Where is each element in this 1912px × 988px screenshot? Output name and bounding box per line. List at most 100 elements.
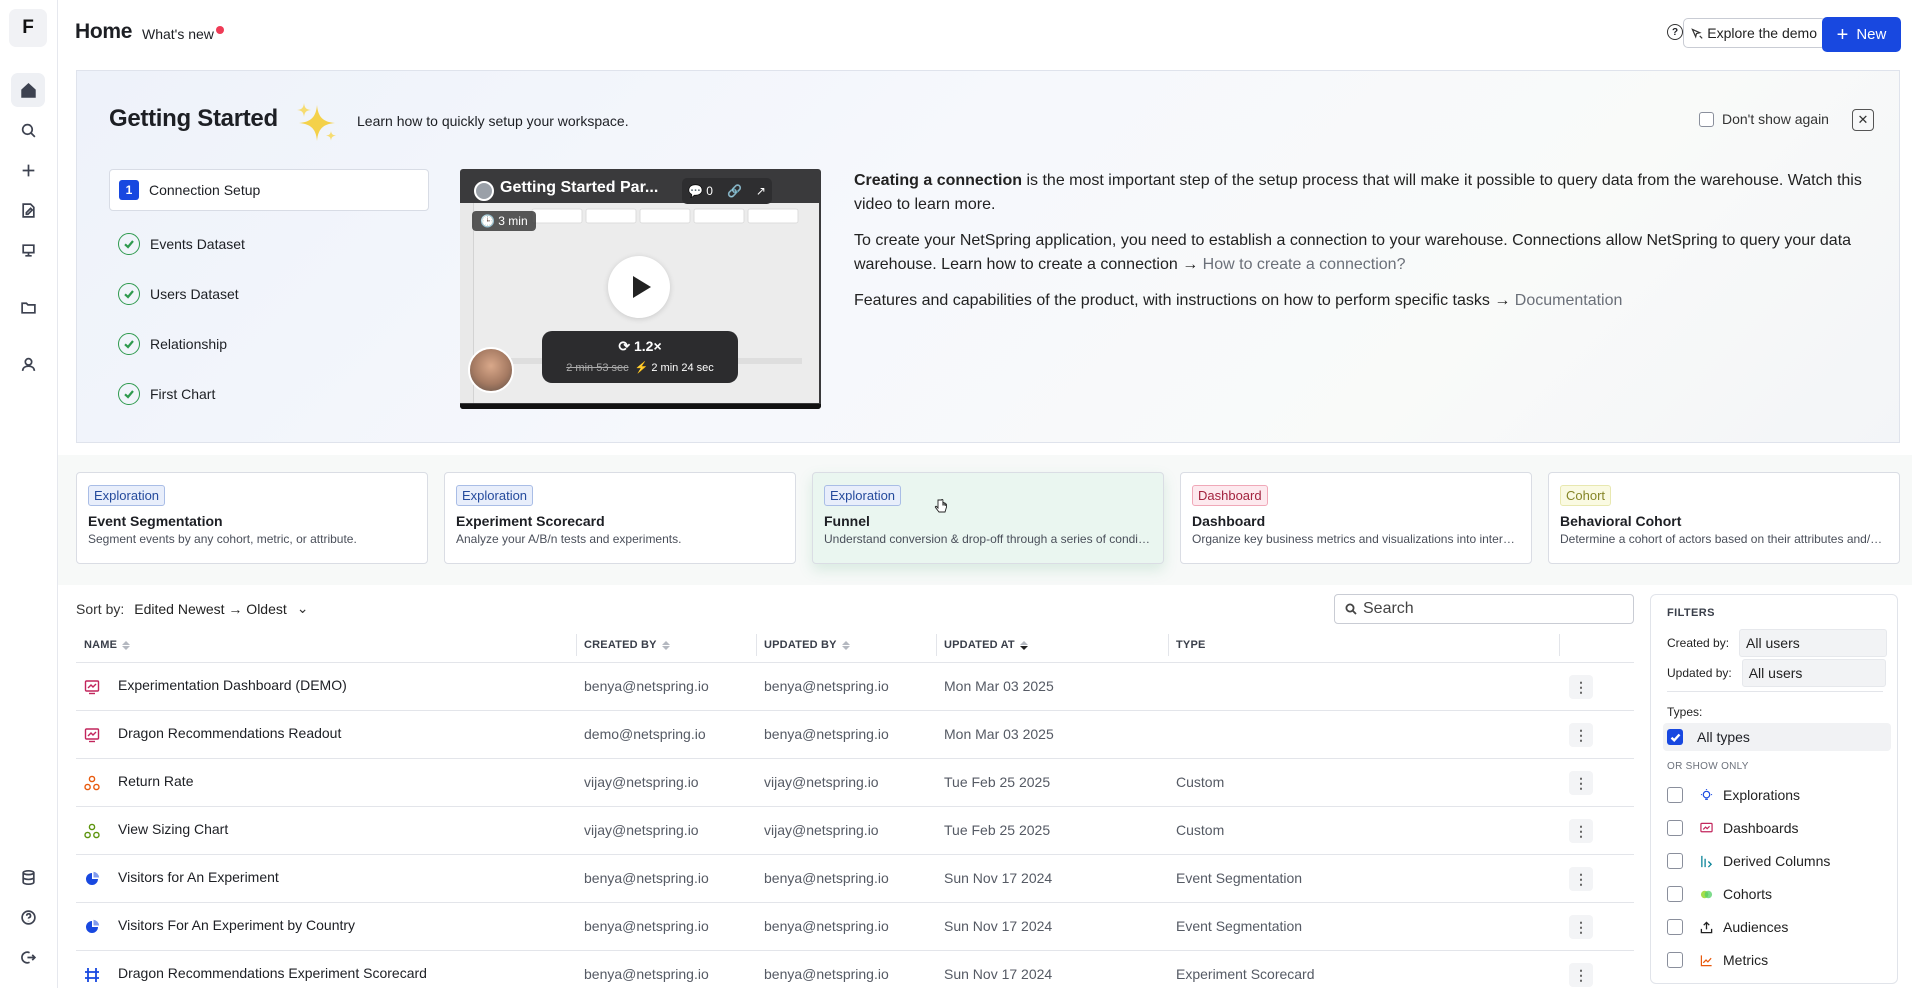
help-circle-icon[interactable] (11, 900, 45, 934)
card-title: Dashboard (1192, 513, 1266, 529)
row-name[interactable]: Visitors for An Experiment (118, 869, 279, 885)
documentation-link[interactable]: Documentation (1515, 292, 1623, 309)
cohort-icon (1699, 887, 1714, 902)
column-divider[interactable] (936, 634, 937, 656)
cohorts-checkbox[interactable] (1667, 886, 1683, 902)
search-input[interactable]: Search (1363, 600, 1414, 618)
created-by-select[interactable]: All users (1739, 629, 1888, 657)
more-options-icon[interactable]: ⋮ (1569, 963, 1593, 987)
close-icon[interactable]: ✕ (1852, 109, 1874, 131)
column-created-by[interactable]: CREATED BY (584, 639, 670, 651)
all-types-option[interactable]: All types (1663, 723, 1891, 751)
column-divider[interactable] (1559, 634, 1560, 656)
card-tag: Exploration (88, 485, 166, 506)
column-type[interactable]: TYPE (1176, 639, 1206, 651)
template-card-behavioral-cohort[interactable]: Cohort Behavioral Cohort Determine a coh… (1548, 472, 1900, 564)
row-type: Custom (1176, 822, 1225, 838)
workspace-logo[interactable]: F (9, 9, 47, 47)
logout-icon[interactable] (11, 940, 45, 974)
column-updated-by[interactable]: UPDATED BY (764, 639, 850, 651)
explorations-checkbox[interactable] (1667, 787, 1683, 803)
more-options-icon[interactable]: ⋮ (1569, 915, 1593, 939)
table-row[interactable]: Return Rate vijay@netspring.io vijay@net… (76, 759, 1634, 807)
video-duration: 🕒 3 min (472, 211, 536, 231)
row-name[interactable]: Return Rate (118, 773, 193, 789)
link-icon[interactable]: 🔗 (727, 184, 742, 198)
more-options-icon[interactable]: ⋮ (1569, 819, 1593, 843)
column-name[interactable]: NAME (84, 639, 131, 651)
row-name[interactable]: View Sizing Chart (118, 821, 228, 837)
filter-explorations[interactable]: Explorations (1667, 785, 1800, 805)
column-divider[interactable] (576, 634, 577, 656)
table-row[interactable]: View Sizing Chart vijay@netspring.io vij… (76, 807, 1634, 855)
video-progress-bar[interactable] (460, 404, 821, 409)
comment-icon[interactable]: 💬 0 (688, 184, 713, 198)
user-icon[interactable] (11, 347, 45, 381)
column-divider[interactable] (1168, 634, 1169, 656)
step-events-dataset[interactable]: Events Dataset (109, 219, 429, 269)
row-name[interactable]: Visitors For An Experiment by Country (118, 917, 355, 933)
search-field[interactable]: Search (1334, 594, 1634, 624)
playback-speed-badge[interactable]: ⟳ 1.2× 2 min 53 sec ⚡ 2 min 24 sec (542, 331, 738, 383)
plus-icon[interactable] (11, 153, 45, 187)
search-icon (1345, 603, 1357, 615)
all-types-label: All types (1697, 729, 1750, 745)
row-updated-by: benya@netspring.io (764, 726, 889, 742)
tutorial-video[interactable]: Getting Started Par... 💬 0 🔗 ↗ 🕒 3 min ⟳… (460, 169, 821, 409)
explore-demo-button[interactable]: Explore the demo (1683, 18, 1826, 48)
external-link-icon[interactable]: ↗ (756, 184, 766, 198)
step-connection-setup[interactable]: 1 Connection Setup (109, 169, 429, 211)
more-options-icon[interactable]: ⋮ (1569, 867, 1593, 891)
filter-label: Cohorts (1723, 886, 1773, 902)
edit-document-icon[interactable] (11, 193, 45, 227)
dont-show-again[interactable]: Don't show again (1699, 111, 1829, 127)
table-row[interactable]: Dragon Recommendations Readout demo@nets… (76, 711, 1634, 759)
row-created-by: vijay@netspring.io (584, 774, 699, 790)
filter-derived-columns[interactable]: Derived Columns (1667, 851, 1830, 871)
column-label: TYPE (1176, 639, 1206, 651)
more-options-icon[interactable]: ⋮ (1569, 675, 1593, 699)
filter-metrics[interactable]: Metrics (1667, 950, 1768, 970)
step-users-dataset[interactable]: Users Dataset (109, 269, 429, 319)
table-row[interactable]: Experimentation Dashboard (DEMO) benya@n… (76, 663, 1634, 711)
step-label: Users Dataset (150, 286, 239, 302)
column-divider[interactable] (756, 634, 757, 656)
table-row[interactable]: Visitors For An Experiment by Country be… (76, 903, 1634, 951)
dashboards-checkbox[interactable] (1667, 820, 1683, 836)
database-icon[interactable] (11, 860, 45, 894)
row-name[interactable]: Dragon Recommendations Experiment Scorec… (118, 965, 427, 981)
more-options-icon[interactable]: ⋮ (1569, 723, 1593, 747)
table-row[interactable]: Visitors for An Experiment benya@netspri… (76, 855, 1634, 903)
more-options-icon[interactable]: ⋮ (1569, 771, 1593, 795)
sort-control[interactable]: Sort by: Edited Newest → Oldest ⌄ (76, 600, 309, 617)
whats-new-link[interactable]: What's new (142, 26, 214, 42)
row-name[interactable]: Experimentation Dashboard (DEMO) (118, 677, 347, 693)
home-icon[interactable] (11, 73, 45, 107)
updated-by-select[interactable]: All users (1741, 659, 1886, 687)
dont-show-checkbox[interactable] (1699, 111, 1714, 127)
row-name[interactable]: Dragon Recommendations Readout (118, 725, 341, 741)
step-first-chart[interactable]: First Chart (109, 369, 429, 419)
filter-dashboards[interactable]: Dashboards (1667, 818, 1799, 838)
row-type: Event Segmentation (1176, 870, 1303, 886)
play-icon[interactable] (608, 256, 670, 318)
filter-audiences[interactable]: Audiences (1667, 917, 1788, 937)
folder-icon[interactable] (11, 290, 45, 324)
lab-icon[interactable] (11, 233, 45, 267)
table-row[interactable]: Dragon Recommendations Experiment Scorec… (76, 951, 1634, 988)
step-relationship[interactable]: Relationship (109, 319, 429, 369)
how-to-connect-link[interactable]: How to create a connection? (1203, 256, 1406, 273)
filter-cohorts[interactable]: Cohorts (1667, 884, 1772, 904)
derived-columns-checkbox[interactable] (1667, 853, 1683, 869)
template-card-dashboard[interactable]: Dashboard Dashboard Organize key busines… (1180, 472, 1532, 564)
help-icon[interactable]: ? (1667, 24, 1683, 40)
template-card-experiment-scorecard[interactable]: Exploration Experiment Scorecard Analyze… (444, 472, 796, 564)
template-card-event-segmentation[interactable]: Exploration Event Segmentation Segment e… (76, 472, 428, 564)
audiences-checkbox[interactable] (1667, 919, 1683, 935)
all-types-checkbox[interactable] (1667, 729, 1683, 745)
column-updated-at[interactable]: UPDATED AT (944, 639, 1028, 651)
template-card-funnel[interactable]: Exploration Funnel Understand conversion… (812, 472, 1164, 564)
new-button[interactable]: + New (1822, 17, 1901, 52)
search-icon[interactable] (11, 113, 45, 147)
metrics-checkbox[interactable] (1667, 952, 1683, 968)
